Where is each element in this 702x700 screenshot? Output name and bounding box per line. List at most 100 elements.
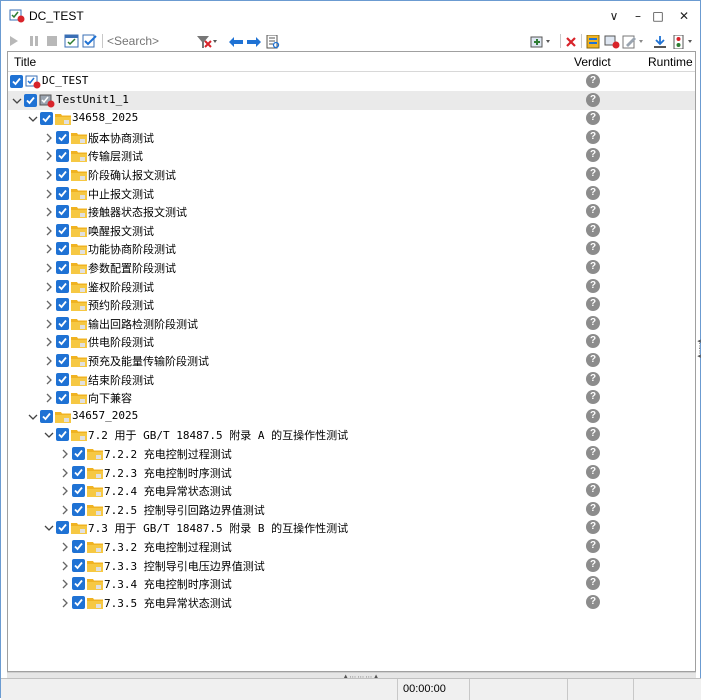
chevron-right-icon[interactable] [60,504,70,515]
tree-row[interactable]: 7.2.5 控制导引回路边界值测试? [8,500,695,519]
tree-row[interactable]: 参数配置阶段测试? [8,258,695,277]
tree-row[interactable]: 接触器状态报文测试? [8,202,695,221]
add-test-button[interactable] [529,34,553,50]
tree-row[interactable]: 7.3.4 充电控制时序测试? [8,574,695,593]
tree-row[interactable]: 预充及能量传输阶段测试? [8,351,695,370]
chevron-right-icon[interactable] [60,448,70,459]
tree-row[interactable]: 7.2.2 充电控制过程测试? [8,444,695,463]
checkbox[interactable] [72,558,85,572]
chevron-down-icon[interactable] [28,411,38,421]
checkbox[interactable] [56,372,69,386]
chevron-down-icon[interactable] [44,429,54,439]
checkbox[interactable] [72,447,85,460]
checkbox[interactable] [40,409,53,423]
tree-row[interactable]: 向下兼容? [8,388,695,407]
checkbox[interactable] [56,130,69,144]
chevron-right-icon[interactable] [60,485,70,496]
tree-row[interactable]: 7.2.3 充电控制时序测试? [8,463,695,482]
checkbox[interactable] [72,577,85,591]
tree-row[interactable]: 7.3 用于 GB/T 18487.5 附录 B 的互操作性测试? [8,518,695,537]
forward-button[interactable] [247,34,261,50]
verdict-column-header[interactable]: Verdict [574,55,611,69]
checkbox[interactable] [72,595,85,609]
select-tests-button[interactable] [81,33,99,49]
test-report-button[interactable] [63,33,81,49]
tree-row[interactable]: 功能协商阶段测试? [8,239,695,258]
checkbox[interactable] [56,223,69,237]
test-config-button[interactable] [603,34,621,50]
tree-row[interactable]: 传输层测试? [8,146,695,165]
vertical-splitter-grip-icon[interactable]: ◂ ⋮ ⋮ ◂ [696,338,702,383]
checkbox[interactable] [72,484,85,498]
tree-row[interactable]: 输出回路检测阶段测试? [8,314,695,333]
chevron-right-icon[interactable] [44,150,54,161]
checkbox[interactable] [56,335,69,349]
chevron-down-icon[interactable] [12,95,22,105]
chevron-right-icon[interactable] [44,318,54,329]
chevron-right-icon[interactable] [44,206,54,217]
chevron-right-icon[interactable] [44,336,54,347]
chevron-right-icon[interactable] [44,374,54,385]
chevron-right-icon[interactable] [44,188,54,199]
chevron-right-icon[interactable] [60,578,70,589]
close-button[interactable]: ✕ [671,5,697,27]
tree-row[interactable]: 7.2.4 充电异常状态测试? [8,481,695,500]
tree-row[interactable]: 阶段确认报文测试? [8,165,695,184]
chevron-right-icon[interactable] [44,225,54,236]
checkbox[interactable] [56,354,69,367]
checkbox[interactable] [56,279,69,293]
chevron-right-icon[interactable] [60,467,70,478]
stop-button[interactable] [45,33,59,49]
chevron-down-icon[interactable] [44,522,54,532]
tree-row[interactable]: DC_TEST? [8,72,695,91]
checkbox[interactable] [56,316,69,330]
checkbox[interactable] [72,465,85,479]
checkbox[interactable] [56,205,69,219]
edit-button[interactable] [621,34,645,50]
checkbox[interactable] [56,242,69,256]
tree-row[interactable]: 7.2 用于 GB/T 18487.5 附录 A 的互操作性测试? [8,425,695,444]
chevron-right-icon[interactable] [60,560,70,571]
report-button[interactable] [585,34,603,50]
checkbox[interactable] [10,75,23,88]
tree-row[interactable]: 预约阶段测试? [8,295,695,314]
download-button[interactable] [653,34,667,50]
checkbox[interactable] [72,540,85,553]
tree-row[interactable]: 34657_2025? [8,407,695,426]
chevron-right-icon[interactable] [44,262,54,273]
maximize-button[interactable]: □ [645,5,671,27]
title-column-header[interactable]: Title [14,55,36,69]
checkbox[interactable] [56,521,69,535]
checkbox[interactable] [56,391,69,405]
start-button[interactable] [7,33,21,49]
tree-row[interactable]: 唤醒报文测试? [8,221,695,240]
tree-row[interactable]: 7.3.5 充电异常状态测试? [8,593,695,612]
chevron-right-icon[interactable] [60,597,70,608]
checkbox[interactable] [40,112,53,126]
chevron-right-icon[interactable] [44,299,54,310]
chevron-right-icon[interactable] [60,541,70,552]
tree-row[interactable]: 34658_2025? [8,109,695,128]
checkbox[interactable] [56,186,69,200]
remove-button[interactable] [565,34,577,50]
chevron-down-icon[interactable] [28,113,38,123]
chevron-right-icon[interactable] [44,169,54,180]
back-button[interactable] [229,34,243,50]
checkbox[interactable] [24,93,37,107]
tree-row[interactable]: 鉴权阶段测试? [8,277,695,296]
chevron-right-icon[interactable] [44,132,54,143]
search-input[interactable] [105,32,195,50]
tree-row[interactable]: TestUnit1_1? [8,90,695,110]
window-menu-button[interactable]: ∨ [601,5,627,27]
checkbox[interactable] [56,261,69,274]
tree-row[interactable]: 中止报文测试? [8,184,695,203]
tree-row[interactable]: 供电阶段测试? [8,332,695,351]
checkbox[interactable] [72,502,85,516]
chevron-right-icon[interactable] [44,243,54,254]
chevron-right-icon[interactable] [44,355,54,366]
tree-row[interactable]: 版本协商测试? [8,128,695,147]
status-button[interactable] [671,34,697,50]
pause-button[interactable] [27,33,41,49]
checkbox[interactable] [56,168,69,181]
tree-row[interactable]: 7.3.2 充电控制过程测试? [8,537,695,556]
